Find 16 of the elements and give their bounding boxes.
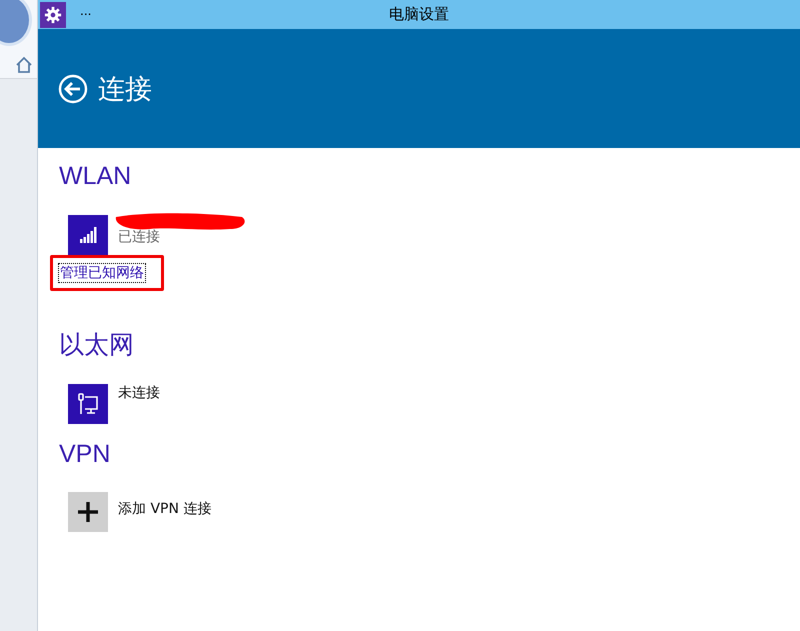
add-icon[interactable] <box>68 492 108 532</box>
back-icon[interactable] <box>58 74 88 104</box>
home-icon[interactable] <box>15 56 33 74</box>
settings-icon[interactable] <box>40 2 66 28</box>
section-title: 以太网 <box>59 330 135 361</box>
connection-status: 未连接 <box>118 384 160 402</box>
connection-status: 添加 VPN 连接 <box>118 500 212 518</box>
manage-networks-link[interactable]: 管理已知网络 <box>58 263 146 283</box>
section-title: WLAN <box>59 161 132 192</box>
ethernet-icon[interactable] <box>68 384 108 424</box>
connection-status: 已连接 <box>118 228 161 246</box>
menu-dots[interactable]: ... <box>80 4 92 16</box>
wifi-signal-icon[interactable] <box>68 215 108 255</box>
section-title: VPN <box>59 439 112 470</box>
window-title: 电脑设置 <box>388 5 450 24</box>
page-title: 连接 <box>98 72 152 106</box>
